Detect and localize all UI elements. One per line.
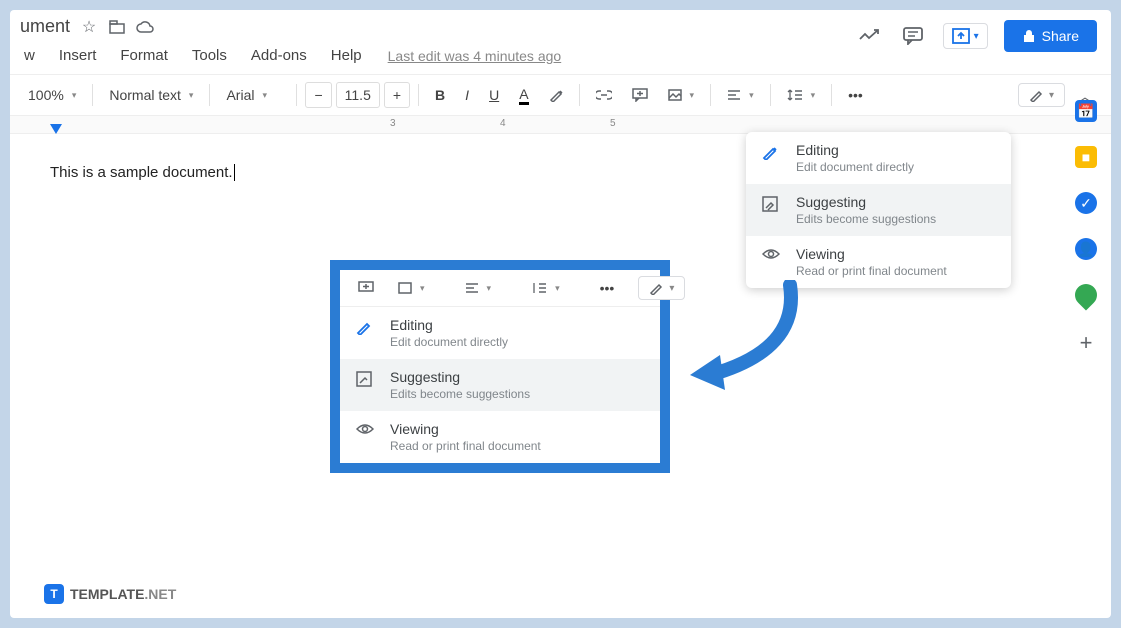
mode-editing[interactable]: Editing Edit document directly bbox=[340, 307, 660, 359]
font-select[interactable]: Arial bbox=[218, 83, 288, 107]
more-button[interactable]: ••• bbox=[592, 276, 623, 300]
mode-button[interactable]: ▾ bbox=[1018, 83, 1065, 107]
ruler-tick: 3 bbox=[390, 118, 396, 129]
align-button[interactable] bbox=[719, 85, 762, 105]
separator bbox=[209, 84, 210, 106]
share-label: Share bbox=[1042, 28, 1079, 44]
toolbar: 100% Normal text Arial − 11.5 + B I U A … bbox=[10, 74, 1111, 116]
menu-insert[interactable]: Insert bbox=[55, 45, 101, 66]
more-button[interactable]: ••• bbox=[840, 83, 871, 107]
calendar-icon[interactable]: 📅 bbox=[1075, 100, 1097, 122]
indent-marker-icon[interactable] bbox=[50, 124, 62, 134]
brand-name: TEMPLATE bbox=[70, 586, 144, 602]
font-size-increase[interactable]: + bbox=[384, 82, 410, 108]
keep-icon[interactable]: ■ bbox=[1075, 146, 1097, 168]
bold-button[interactable]: B bbox=[427, 83, 453, 107]
align-button[interactable] bbox=[457, 278, 500, 298]
link-button[interactable] bbox=[588, 86, 620, 104]
maps-icon[interactable] bbox=[1070, 279, 1101, 310]
document-title[interactable]: ument bbox=[20, 16, 70, 37]
separator bbox=[579, 84, 580, 106]
highlight-callout: ••• ▾ Editing Edit document directly Sugg… bbox=[330, 260, 670, 473]
brand-logo-icon: T bbox=[44, 584, 64, 604]
menu-view[interactable]: w bbox=[20, 45, 39, 66]
star-icon[interactable]: ☆ bbox=[80, 18, 98, 36]
mode-suggesting-title: Suggesting bbox=[796, 194, 995, 210]
mode-suggesting-title: Suggesting bbox=[390, 369, 644, 385]
side-panel: 📅 ■ ✓ 👤 + bbox=[1061, 90, 1111, 356]
add-addon-icon[interactable]: + bbox=[1080, 330, 1093, 356]
mode-suggesting-sub: Edits become suggestions bbox=[796, 212, 995, 226]
mode-suggesting-sub: Edits become suggestions bbox=[390, 387, 644, 401]
last-edit-link[interactable]: Last edit was 4 minutes ago bbox=[388, 48, 562, 64]
menu-help[interactable]: Help bbox=[327, 45, 366, 66]
separator bbox=[710, 84, 711, 106]
style-select[interactable]: Normal text bbox=[101, 83, 201, 107]
mode-editing-title: Editing bbox=[390, 317, 644, 333]
separator bbox=[831, 84, 832, 106]
mode-viewing[interactable]: Viewing Read or print final document bbox=[340, 411, 660, 463]
text-color-button[interactable]: A bbox=[511, 82, 536, 109]
ruler-tick: 5 bbox=[610, 118, 616, 129]
mode-editing-sub: Edit document directly bbox=[390, 335, 644, 349]
suggest-icon bbox=[356, 369, 376, 387]
mode-viewing-title: Viewing bbox=[796, 246, 995, 262]
add-comment-button[interactable] bbox=[350, 277, 382, 299]
mode-editing-sub: Edit document directly bbox=[796, 160, 995, 174]
image-button[interactable] bbox=[390, 278, 433, 298]
font-size-input[interactable]: 11.5 bbox=[336, 82, 380, 108]
highlight-button[interactable] bbox=[541, 84, 571, 106]
menu-tools[interactable]: Tools bbox=[188, 45, 231, 66]
annotation-arrow-icon bbox=[680, 280, 810, 390]
mode-button[interactable]: ▾ bbox=[638, 276, 685, 300]
callout-toolbar: ••• ▾ bbox=[340, 270, 660, 307]
app-frame: ument ☆ w Insert Format Tools Add-ons He… bbox=[10, 10, 1111, 618]
ruler-tick: 4 bbox=[500, 118, 506, 129]
mode-editing-title: Editing bbox=[796, 142, 995, 158]
font-size-decrease[interactable]: − bbox=[305, 82, 331, 108]
menu-format[interactable]: Format bbox=[116, 45, 172, 66]
underline-button[interactable]: U bbox=[481, 83, 507, 107]
mode-editing[interactable]: Editing Edit document directly bbox=[746, 132, 1011, 184]
pencil-icon bbox=[762, 142, 782, 160]
top-right-controls: ▾ Share bbox=[855, 20, 1097, 52]
separator bbox=[296, 84, 297, 106]
eye-icon bbox=[762, 246, 782, 260]
line-spacing-button[interactable] bbox=[523, 278, 568, 298]
brand-watermark: T TEMPLATE.NET bbox=[44, 584, 176, 604]
mode-viewing-sub: Read or print final document bbox=[796, 264, 995, 278]
image-button[interactable] bbox=[660, 85, 703, 105]
mode-viewing-title: Viewing bbox=[390, 421, 644, 437]
separator bbox=[418, 84, 419, 106]
tasks-icon[interactable]: ✓ bbox=[1075, 192, 1097, 214]
italic-button[interactable]: I bbox=[457, 83, 477, 107]
suggest-icon bbox=[762, 194, 782, 212]
eye-icon bbox=[356, 421, 376, 435]
mode-suggesting[interactable]: Suggesting Edits become suggestions bbox=[340, 359, 660, 411]
activity-icon[interactable] bbox=[855, 22, 883, 50]
menu-addons[interactable]: Add-ons bbox=[247, 45, 311, 66]
zoom-select[interactable]: 100% bbox=[20, 83, 84, 107]
share-button[interactable]: Share bbox=[1004, 20, 1097, 52]
add-comment-button[interactable] bbox=[624, 84, 656, 106]
mode-viewing-sub: Read or print final document bbox=[390, 439, 644, 453]
move-icon[interactable] bbox=[108, 18, 126, 36]
mode-dropdown: Editing Edit document directly Suggestin… bbox=[746, 132, 1011, 288]
separator bbox=[770, 84, 771, 106]
callout-dropdown: Editing Edit document directly Suggesting… bbox=[340, 307, 660, 463]
present-button[interactable]: ▾ bbox=[943, 23, 988, 49]
line-spacing-button[interactable] bbox=[779, 85, 824, 105]
brand-suffix: .NET bbox=[144, 586, 176, 602]
cloud-icon[interactable] bbox=[136, 18, 154, 36]
comment-icon[interactable] bbox=[899, 22, 927, 50]
separator bbox=[92, 84, 93, 106]
pencil-icon bbox=[356, 317, 376, 335]
mode-suggesting[interactable]: Suggesting Edits become suggestions bbox=[746, 184, 1011, 236]
document-text[interactable]: This is a sample document. bbox=[50, 164, 235, 181]
contacts-icon[interactable]: 👤 bbox=[1075, 238, 1097, 260]
